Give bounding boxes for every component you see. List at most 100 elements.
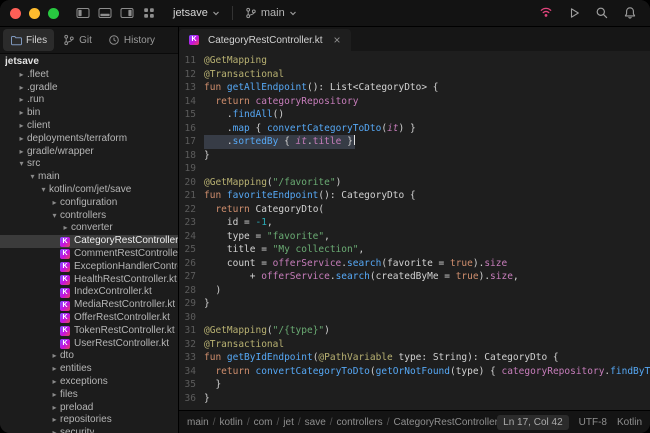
encoding-indicator[interactable]: UTF-8 (579, 417, 607, 428)
editor-tab[interactable]: K CategoryRestController.kt × (179, 29, 351, 51)
tree-item-folder[interactable]: ▸security (0, 427, 178, 433)
tree-item-folder[interactable]: ▾src (0, 158, 178, 171)
chevron-down-icon[interactable]: ▾ (49, 210, 60, 223)
zoom-window-button[interactable] (48, 8, 59, 19)
minimize-window-button[interactable] (29, 8, 40, 19)
tree-item-file[interactable]: KExceptionHandlerController.kt (0, 261, 178, 274)
breadcrumb-item[interactable]: main (187, 417, 209, 428)
chevron-right-icon[interactable]: ▸ (16, 82, 27, 95)
chevron-right-icon[interactable]: ▸ (16, 107, 27, 120)
tree-item-folder[interactable]: ▸.gradle (0, 82, 178, 95)
code-line[interactable]: 36} (179, 392, 650, 406)
tree-item-folder[interactable]: ▾main (0, 171, 178, 184)
tree-item-folder[interactable]: ▸deployments/terraform (0, 133, 178, 146)
tree-item-folder[interactable]: ▸entities (0, 363, 178, 376)
chevron-right-icon[interactable]: ▸ (49, 197, 60, 210)
code-line[interactable]: 16 .map { convertCategoryToDto(it) } (179, 122, 650, 136)
code-line[interactable]: 14 return categoryRepository (179, 95, 650, 109)
toggle-left-panel-button[interactable] (73, 3, 93, 23)
code-line[interactable]: 18} (179, 149, 650, 163)
code-line[interactable]: 32@Transactional (179, 338, 650, 352)
chevron-right-icon[interactable]: ▸ (49, 427, 60, 433)
code-line[interactable]: 15 .findAll() (179, 108, 650, 122)
breadcrumb-item[interactable]: controllers (337, 417, 383, 428)
breadcrumb-item[interactable]: com (254, 417, 273, 428)
tree-item-folder[interactable]: ▾kotlin/com/jet/save (0, 184, 178, 197)
code-line[interactable]: 13fun getAllEndpoint(): List<CategoryDto… (179, 81, 650, 95)
code-line[interactable]: 24 type = "favorite", (179, 230, 650, 244)
chevron-right-icon[interactable]: ▸ (49, 414, 60, 427)
breadcrumb-item[interactable]: CategoryRestController.kt (393, 417, 497, 428)
chevron-right-icon[interactable]: ▸ (49, 350, 60, 363)
chevron-right-icon[interactable]: ▸ (16, 133, 27, 146)
tree-item-folder[interactable]: ▸repositories (0, 414, 178, 427)
chevron-right-icon[interactable]: ▸ (16, 94, 27, 107)
chevron-right-icon[interactable]: ▸ (16, 69, 27, 82)
tree-item-folder[interactable]: ▸bin (0, 107, 178, 120)
run-button[interactable] (564, 3, 584, 23)
tree-item-folder[interactable]: ▸.fleet (0, 69, 178, 82)
chevron-right-icon[interactable]: ▸ (16, 120, 27, 133)
tree-item-folder[interactable]: ▸exceptions (0, 376, 178, 389)
code-line[interactable]: 22 return CategoryDto( (179, 203, 650, 217)
chevron-right-icon[interactable]: ▸ (49, 402, 60, 415)
code-editor[interactable]: 11@GetMapping12@Transactional13fun getAl… (179, 51, 650, 410)
tree-item-file[interactable]: KIndexController.kt (0, 286, 178, 299)
tree-item-file[interactable]: KCommentRestController.kt (0, 248, 178, 261)
close-window-button[interactable] (10, 8, 21, 19)
breadcrumb-item[interactable]: save (305, 417, 326, 428)
code-line[interactable]: 25 title = "My collection", (179, 243, 650, 257)
chevron-right-icon[interactable]: ▸ (60, 222, 71, 235)
code-line[interactable]: 28 ) (179, 284, 650, 298)
toggle-bottom-panel-button[interactable] (95, 3, 115, 23)
chevron-down-icon[interactable]: ▾ (16, 158, 27, 171)
tree-item-file[interactable]: KMediaRestController.kt (0, 299, 178, 312)
branch-selector[interactable]: main (241, 5, 301, 21)
tree-item-folder[interactable]: jetsave (0, 56, 178, 69)
code-line[interactable]: 35 } (179, 378, 650, 392)
tree-item-folder[interactable]: ▸configuration (0, 197, 178, 210)
project-selector[interactable]: jetsave (169, 5, 224, 21)
code-line[interactable]: 19 (179, 162, 650, 176)
tree-item-folder[interactable]: ▸converter (0, 222, 178, 235)
code-line[interactable]: 29} (179, 297, 650, 311)
code-line[interactable]: 23 id = -1, (179, 216, 650, 230)
code-line[interactable]: 30 (179, 311, 650, 325)
tree-item-file[interactable]: KOfferRestController.kt (0, 312, 178, 325)
tab-git[interactable]: Git (56, 29, 99, 51)
code-line[interactable]: 11@GetMapping (179, 54, 650, 68)
tree-item-folder[interactable]: ▸files (0, 389, 178, 402)
chevron-right-icon[interactable]: ▸ (49, 389, 60, 402)
code-line[interactable]: 33fun getByIdEndpoint(@PathVariable type… (179, 351, 650, 365)
smart-mode-button[interactable] (536, 3, 556, 23)
tree-item-folder[interactable]: ▾controllers (0, 210, 178, 223)
code-line[interactable]: 27 + offerService.search(createdByMe = t… (179, 270, 650, 284)
code-line[interactable]: 12@Transactional (179, 68, 650, 82)
tree-item-file[interactable]: KHealthRestController.kt (0, 274, 178, 287)
chevron-down-icon[interactable]: ▾ (27, 171, 38, 184)
chevron-right-icon[interactable]: ▸ (49, 363, 60, 376)
tab-files[interactable]: Files (3, 29, 54, 51)
tab-history[interactable]: History (101, 29, 162, 51)
code-line[interactable]: 17 .sortedBy { it.title } (179, 135, 650, 149)
notifications-button[interactable] (620, 3, 640, 23)
tree-item-folder[interactable]: ▸.run (0, 94, 178, 107)
code-line[interactable]: 34 return convertCategoryToDto(getOrNotF… (179, 365, 650, 379)
tree-item-file[interactable]: KUserRestController.kt (0, 338, 178, 351)
language-indicator[interactable]: Kotlin (617, 417, 642, 428)
chevron-down-icon[interactable]: ▾ (38, 184, 49, 197)
search-button[interactable] (592, 3, 612, 23)
chevron-right-icon[interactable]: ▸ (49, 376, 60, 389)
code-line[interactable]: 20@GetMapping("/favorite") (179, 176, 650, 190)
code-line[interactable]: 31@GetMapping("/{type}") (179, 324, 650, 338)
tab-close-icon[interactable]: × (334, 35, 341, 45)
tree-item-folder[interactable]: ▸preload (0, 402, 178, 415)
code-line[interactable]: 26 count = offerService.search(favorite … (179, 257, 650, 271)
code-line[interactable]: 21fun favoriteEndpoint(): CategoryDto { (179, 189, 650, 203)
tree-item-folder[interactable]: ▸dto (0, 350, 178, 363)
caret-position[interactable]: Ln 17, Col 42 (497, 415, 569, 430)
breadcrumb-item[interactable]: kotlin (219, 417, 242, 428)
breadcrumb-item[interactable]: jet (283, 417, 294, 428)
tree-item-folder[interactable]: ▸client (0, 120, 178, 133)
chevron-right-icon[interactable]: ▸ (16, 146, 27, 159)
